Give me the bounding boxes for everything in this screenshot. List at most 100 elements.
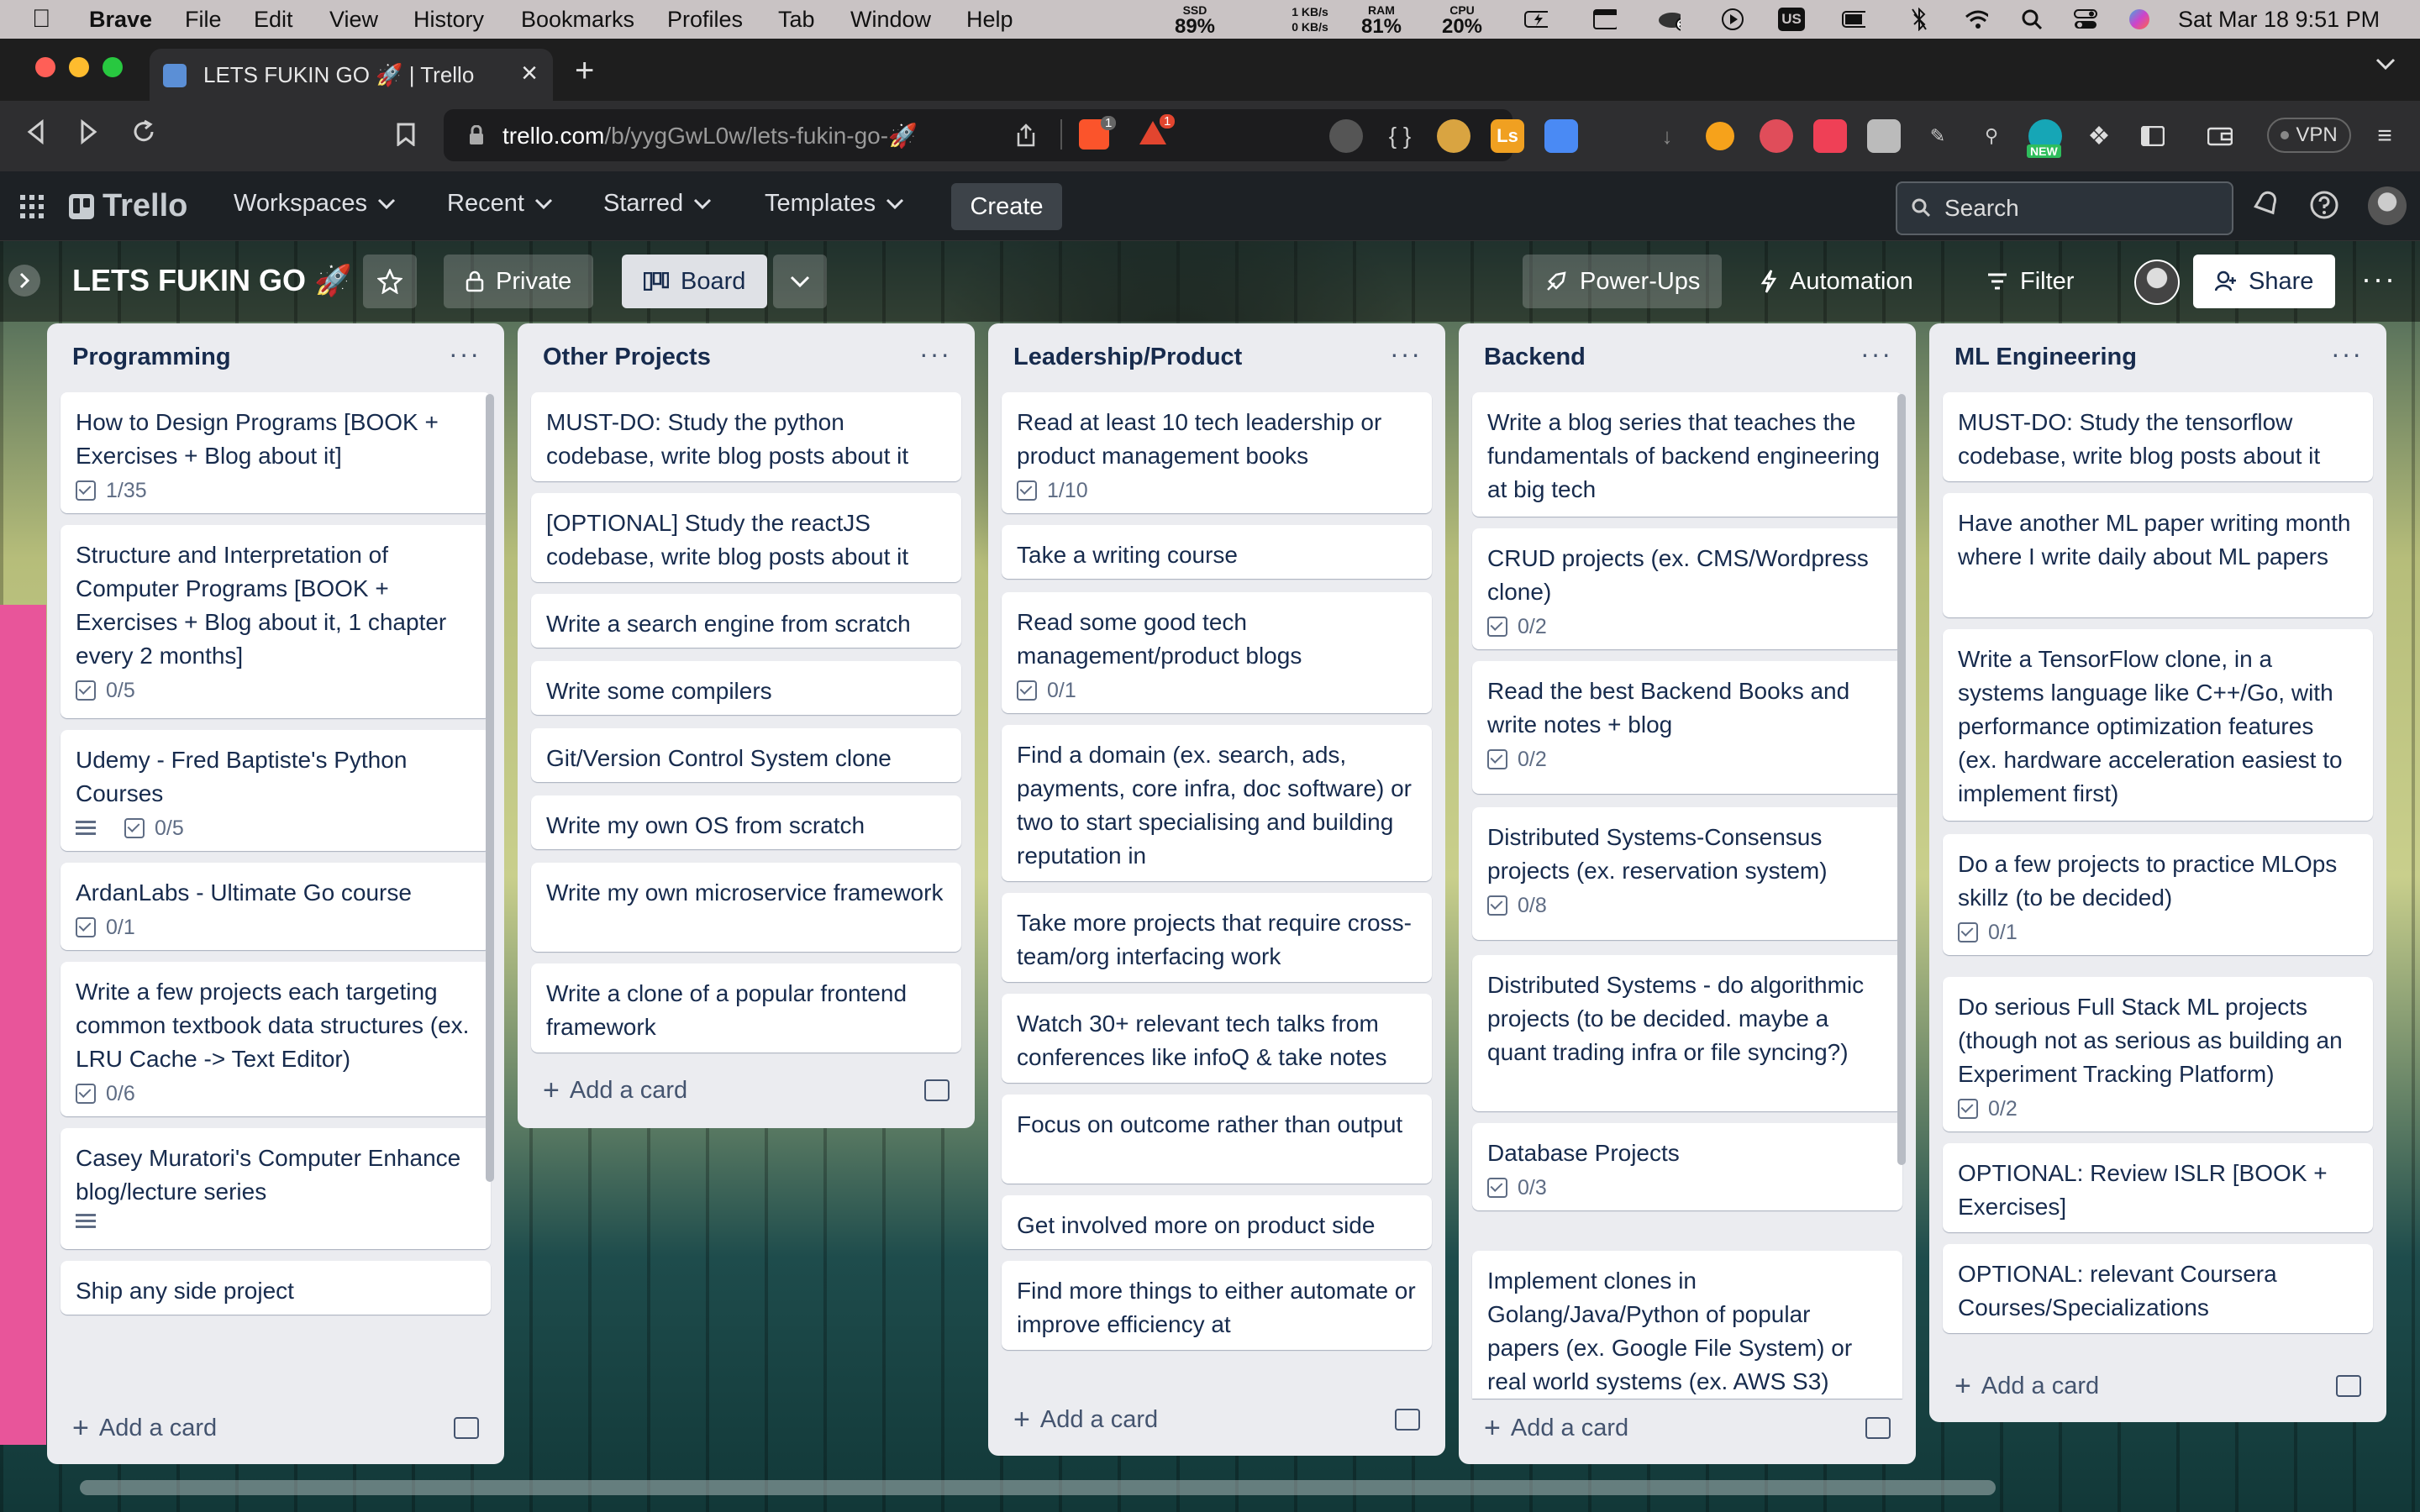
filter-button[interactable]: Filter [1965, 255, 2096, 308]
list-scrollbar[interactable] [1897, 394, 1906, 1165]
card[interactable]: Git/Version Control System clone [531, 728, 961, 782]
visibility-button[interactable]: Private [444, 255, 594, 308]
add-card-button[interactable]: + Add a card [72, 1412, 217, 1445]
card[interactable]: Ship any side project [60, 1261, 491, 1315]
board-menu-icon[interactable]: ··· [2361, 261, 2396, 297]
expand-sidebar-button[interactable] [8, 265, 40, 297]
card[interactable]: MUST-DO: Study the tensorflow codebase, … [1943, 392, 2373, 481]
add-card-button[interactable]: + Add a card [1013, 1404, 1158, 1436]
share-page-icon[interactable] [1015, 123, 1037, 154]
card[interactable]: Take more projects that require cross-te… [1002, 893, 1432, 982]
card[interactable]: CRUD projects (ex. CMS/Wordpress clone) … [1472, 528, 1902, 649]
card[interactable]: Read at least 10 tech leadership or prod… [1002, 392, 1432, 513]
ssd-stat[interactable]: SSD 89% [1170, 3, 1220, 37]
extension-1-icon[interactable] [1329, 119, 1363, 153]
browser-tab-active[interactable]: LETS FUKIN GO 🚀 | Trello × [150, 49, 553, 101]
window-zoom-button[interactable] [103, 57, 123, 77]
extension-pen-icon[interactable]: ✎ [1921, 119, 1954, 153]
cloud-sync-icon[interactable] [1657, 8, 1681, 31]
ram-stat[interactable]: RAM 81% [1356, 3, 1407, 37]
siri-icon[interactable] [2128, 8, 2151, 31]
card[interactable]: OPTIONAL: relevant Coursera Courses/Spec… [1943, 1244, 2373, 1333]
network-stat[interactable]: 1 KB/s 0 KB/s [1281, 4, 1339, 34]
add-card-button[interactable]: + Add a card [1484, 1412, 1628, 1445]
card-template-icon[interactable] [924, 1079, 950, 1101]
menu-bookmarks[interactable]: Bookmarks [521, 7, 634, 33]
tab-close-icon[interactable]: × [521, 57, 538, 90]
card[interactable]: Do serious Full Stack ML projects (thoug… [1943, 977, 2373, 1131]
spotlight-search-icon[interactable] [2020, 8, 2044, 31]
recent-menu[interactable]: Recent [447, 190, 553, 218]
wallet-icon[interactable] [2203, 119, 2237, 153]
menu-tab[interactable]: Tab [778, 7, 815, 33]
card[interactable]: [OPTIONAL] Study the reactJS codebase, w… [531, 493, 961, 582]
card[interactable]: Implement clones in Golang/Java/Python o… [1472, 1251, 1902, 1399]
help-icon[interactable] [2309, 190, 2339, 227]
bluetooth-icon[interactable] [1907, 8, 1931, 31]
list-title[interactable]: Other Projects [543, 344, 711, 371]
menu-file[interactable]: File [185, 7, 222, 33]
list-title[interactable]: Backend [1484, 344, 1586, 371]
wifi-icon[interactable] [1965, 8, 1988, 31]
menu-history[interactable]: History [413, 7, 484, 33]
extension-key-icon[interactable]: ⚲ [1975, 119, 2008, 153]
menu-window[interactable]: Window [850, 7, 931, 33]
menu-view[interactable]: View [329, 7, 378, 33]
list-menu-icon[interactable]: ··· [1390, 339, 1422, 370]
list-title[interactable]: ML Engineering [1954, 344, 2137, 371]
battery-icon[interactable] [1842, 8, 1865, 31]
card[interactable]: Write my own OS from scratch [531, 795, 961, 849]
extension-printer-icon[interactable] [1867, 119, 1901, 153]
sidebar-toggle-icon[interactable] [2136, 119, 2170, 153]
views-dropdown-button[interactable] [773, 255, 827, 308]
card-template-icon[interactable] [1395, 1409, 1420, 1431]
share-button[interactable]: Share [2193, 255, 2336, 308]
card[interactable]: OPTIONAL: Review ISLR [BOOK + Exercises] [1943, 1143, 2373, 1232]
cpu-stat[interactable]: CPU 20% [1437, 3, 1487, 37]
download-icon[interactable]: ↓ [1650, 119, 1684, 153]
card[interactable]: Write my own microservice framework [531, 863, 961, 952]
input-source-indicator[interactable]: US [1778, 8, 1805, 31]
menu-edit[interactable]: Edit [254, 7, 293, 33]
card[interactable]: MUST-DO: Study the python codebase, writ… [531, 392, 961, 481]
card[interactable]: Write a few projects each targeting comm… [60, 962, 491, 1116]
card[interactable]: Write a clone of a popular frontend fram… [531, 963, 961, 1053]
list-title[interactable]: Programming [72, 344, 231, 371]
list-title[interactable]: Leadership/Product [1013, 344, 1242, 371]
window-minimize-button[interactable] [69, 57, 89, 77]
extension-3-icon[interactable] [1437, 119, 1470, 153]
card[interactable]: Distributed Systems-Consensus projects (… [1472, 807, 1902, 940]
card[interactable]: Take a writing course [1002, 525, 1432, 579]
templates-menu[interactable]: Templates [765, 190, 904, 218]
member-avatar[interactable] [2134, 260, 2180, 305]
new-tab-button[interactable]: + [575, 52, 594, 90]
list-menu-icon[interactable]: ··· [919, 339, 951, 370]
card[interactable]: Find more things to either automate or i… [1002, 1261, 1432, 1350]
search-input[interactable]: Search [1896, 181, 2233, 235]
board-title[interactable]: LETS FUKIN GO 🚀 [72, 263, 352, 298]
card[interactable]: Distributed Systems - do algorithmic pro… [1472, 955, 1902, 1111]
card[interactable]: Find a domain (ex. search, ads, payments… [1002, 725, 1432, 881]
extension-coin-icon[interactable] [1706, 122, 1734, 150]
list-menu-icon[interactable]: ··· [2331, 339, 2363, 370]
card[interactable]: Casey Muratori's Computer Enhance blog/l… [60, 1128, 491, 1249]
app-switcher-icon[interactable] [20, 195, 44, 225]
reload-icon[interactable] [131, 119, 156, 152]
card[interactable]: Watch 30+ relevant tech talks from confe… [1002, 994, 1432, 1083]
tab-list-chevron-icon[interactable] [2375, 57, 2396, 75]
automation-button[interactable]: Automation [1738, 255, 1935, 308]
card[interactable]: Get involved more on product side [1002, 1195, 1432, 1249]
list-scrollbar[interactable] [486, 394, 494, 1182]
forward-icon[interactable] [79, 118, 99, 152]
control-center-icon[interactable] [2074, 8, 2097, 31]
card[interactable]: Udemy - Fred Baptiste's Python Courses 0… [60, 730, 491, 851]
board-horizontal-scrollbar[interactable] [80, 1480, 1996, 1495]
card[interactable]: Read the best Backend Books and write no… [1472, 661, 1902, 794]
vpn-button[interactable]: VPN [2267, 118, 2351, 153]
list-menu-icon[interactable]: ··· [1860, 339, 1892, 370]
card[interactable]: Write a search engine from scratch [531, 594, 961, 648]
card[interactable]: Write some compilers [531, 661, 961, 715]
power-ups-button[interactable]: Power-Ups [1523, 255, 1723, 308]
card[interactable]: Write a blog series that teaches the fun… [1472, 392, 1902, 517]
board-view-button[interactable]: Board [622, 255, 768, 308]
